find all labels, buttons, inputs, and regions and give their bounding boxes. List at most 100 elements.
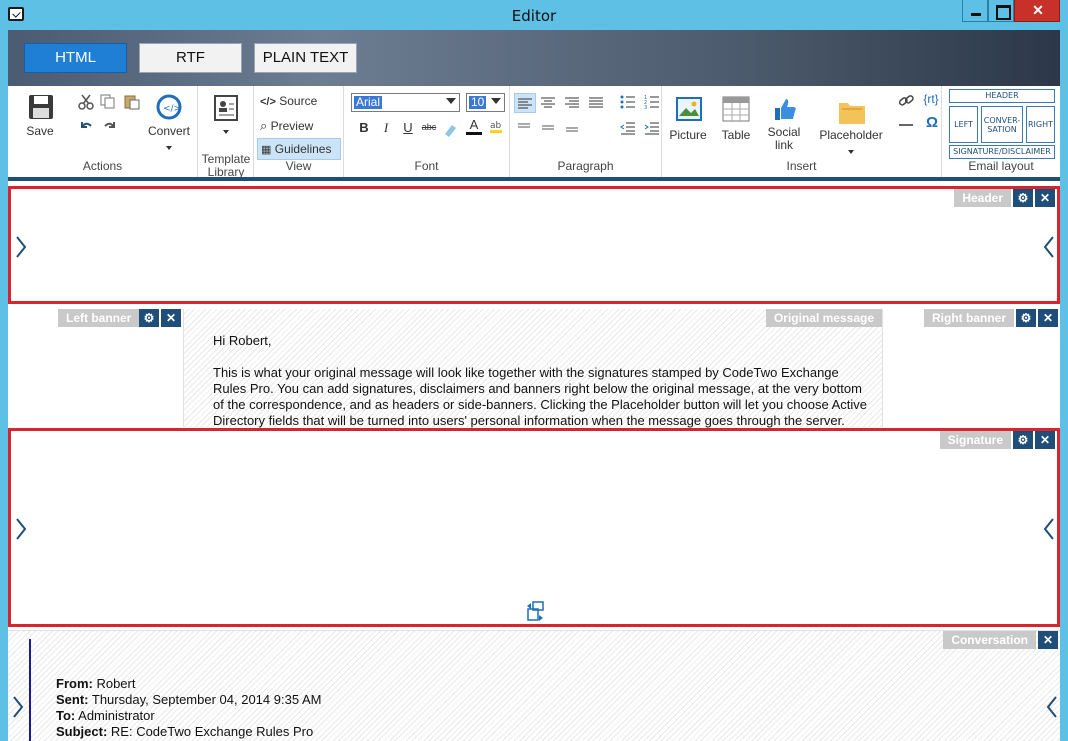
editor-window: Editor HTML RTF PLAIN TEXT Save — [0, 0, 1068, 741]
zone-tag-original-message: Original message — [765, 309, 882, 327]
numbered-list-icon[interactable]: 123 — [644, 94, 660, 111]
insert-placeholder-button[interactable]: Placeholder — [818, 98, 884, 158]
close-icon[interactable]: ✕ — [1038, 631, 1058, 649]
settings-gear-icon[interactable]: ⚙ — [1013, 431, 1033, 449]
align-left-icon[interactable] — [514, 93, 536, 113]
code-icon: </> — [260, 96, 276, 108]
align-right-icon[interactable] — [564, 95, 580, 111]
move-signature-icon[interactable] — [525, 601, 545, 623]
chevron-right-icon[interactable] — [14, 235, 28, 259]
message-greeting: Hi Robert, — [213, 333, 272, 348]
guidelines-button[interactable]: ▦ Guidelines — [257, 138, 341, 160]
convert-button[interactable]: </> Convert — [146, 94, 192, 154]
tab-plain-text[interactable]: PLAIN TEXT — [254, 43, 357, 73]
save-button[interactable]: Save — [22, 94, 58, 140]
signature-zone[interactable]: Signature ⚙ ✕ — [8, 428, 1060, 627]
omega-icon[interactable]: Ω — [924, 114, 940, 131]
settings-gear-icon[interactable]: ⚙ — [1016, 309, 1036, 327]
layout-signature-button[interactable]: SIGNATURE/DISCLAIMER — [949, 145, 1055, 159]
chevron-down-icon — [166, 146, 172, 150]
tab-html[interactable]: HTML — [24, 43, 127, 73]
justify-icon[interactable] — [588, 95, 604, 111]
maximize-button[interactable] — [988, 0, 1014, 22]
settings-gear-icon[interactable]: ⚙ — [139, 309, 159, 327]
font-color-button[interactable]: A — [466, 118, 482, 135]
cut-icon[interactable] — [78, 94, 94, 110]
layout-conversation-button[interactable]: CONVER- SATION — [981, 106, 1023, 143]
conversation-to: To: Administrator — [56, 708, 155, 723]
outdent-icon[interactable] — [620, 120, 636, 136]
link-icon[interactable] — [898, 93, 914, 109]
table-icon — [722, 96, 750, 122]
close-icon[interactable]: ✕ — [161, 309, 181, 327]
convert-icon: </> — [156, 94, 182, 120]
close-window-button[interactable] — [1014, 0, 1061, 22]
group-font: Arial 10 B I U abc A ab Font — [344, 86, 510, 177]
chevron-right-icon[interactable] — [14, 517, 28, 541]
insert-table-button[interactable]: Table — [718, 96, 754, 144]
template-library-icon — [213, 95, 239, 121]
clear-format-icon[interactable] — [442, 122, 458, 138]
undo-icon[interactable] — [78, 118, 94, 134]
line-spacing-icon[interactable] — [516, 118, 532, 134]
layout-left-button[interactable]: LEFT — [949, 106, 978, 143]
conversation-from: From: Robert — [56, 676, 136, 691]
group-insert: Picture Table Social link Placeholder {r… — [662, 86, 942, 177]
font-family-select[interactable]: Arial — [351, 93, 460, 112]
minimize-button[interactable] — [962, 0, 988, 22]
message-line: Directory fields that will be turned int… — [213, 413, 845, 428]
folder-icon — [838, 98, 866, 126]
tab-rtf[interactable]: RTF — [139, 43, 242, 73]
header-zone[interactable]: Header ⚙ ✕ — [8, 186, 1060, 304]
copy-icon[interactable] — [100, 94, 116, 110]
paste-icon[interactable] — [124, 94, 140, 110]
svg-text:ab: ab — [490, 121, 502, 131]
group-template-library[interactable]: Template Library — [198, 86, 254, 179]
italic-button[interactable]: I — [378, 120, 394, 136]
horizontal-line-icon[interactable] — [898, 117, 914, 133]
close-icon[interactable]: ✕ — [1038, 309, 1058, 327]
layout-right-button[interactable]: RIGHT — [1026, 106, 1055, 143]
close-icon[interactable]: ✕ — [1035, 431, 1055, 449]
source-button[interactable]: </> Source — [260, 94, 340, 112]
bullet-list-icon[interactable] — [620, 94, 636, 110]
bold-button[interactable]: B — [356, 120, 372, 135]
chevron-left-icon[interactable] — [1042, 517, 1056, 541]
align-center-icon[interactable] — [540, 95, 556, 111]
strikethrough-button[interactable]: abc — [418, 122, 440, 132]
zone-tag-right-banner: Right banner — [924, 309, 1014, 327]
group-view: </> Source ⌕ Preview ▦ Guidelines View — [254, 86, 344, 177]
svg-text:</>: </> — [163, 104, 181, 114]
conversation-subject: Subject: RE: CodeTwo Exchange Rules Pro — [56, 724, 314, 739]
message-line: This is what your original message will … — [213, 365, 839, 380]
conversation-sent: Sent: Thursday, September 04, 2014 9:35 … — [56, 692, 322, 707]
left-banner-zone[interactable]: Left banner ⚙ ✕ — [8, 309, 183, 427]
window-title: Editor — [511, 7, 557, 25]
chevron-down-icon — [848, 150, 854, 154]
indent-icon[interactable] — [644, 120, 660, 136]
chevron-right-icon[interactable] — [11, 695, 25, 719]
settings-gear-icon[interactable]: ⚙ — [1013, 189, 1033, 207]
highlight-icon[interactable]: ab — [488, 118, 504, 134]
insert-social-link-button[interactable]: Social link — [766, 96, 802, 154]
font-size-select[interactable]: 10 — [466, 93, 505, 112]
chevron-left-icon[interactable] — [1045, 695, 1059, 719]
message-line: Rules Pro. You can add signatures, discl… — [213, 381, 862, 396]
floppy-disk-icon — [28, 94, 54, 120]
spacing-after-icon[interactable] — [564, 122, 580, 138]
paragraph-spacing-icon[interactable] — [540, 120, 556, 136]
underline-button[interactable]: U — [400, 120, 416, 135]
right-banner-zone[interactable]: Right banner ⚙ ✕ — [885, 309, 1060, 427]
insert-rt-button[interactable]: {rt} — [920, 92, 942, 106]
close-icon[interactable]: ✕ — [1035, 189, 1055, 207]
message-line: of the correspondence, and as headers or… — [213, 397, 867, 412]
original-message-zone: Original message Hi Robert, This is what… — [183, 309, 883, 428]
zone-tag-signature: Signature — [939, 431, 1011, 449]
insert-picture-button[interactable]: Picture — [668, 96, 708, 144]
preview-button[interactable]: ⌕ Preview — [260, 118, 340, 136]
layout-header-button[interactable]: HEADER — [949, 89, 1055, 103]
redo-icon[interactable] — [102, 118, 118, 134]
chevron-left-icon[interactable] — [1042, 235, 1056, 259]
guidelines-icon: ▦ — [261, 144, 272, 156]
group-paragraph: 123 Paragraph — [510, 86, 662, 177]
